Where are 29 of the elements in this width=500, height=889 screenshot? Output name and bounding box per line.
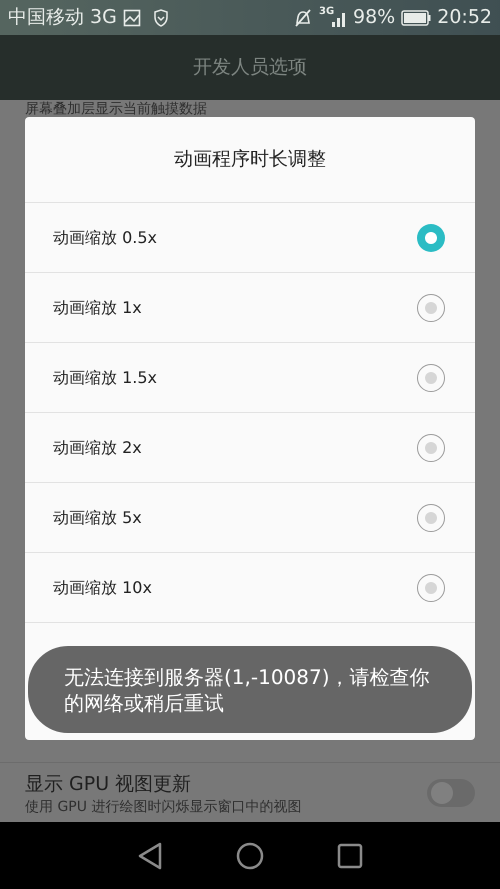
mute-icon [293,8,313,28]
toast-message: 无法连接到服务器(1,-10087)，请检查你的网络或稍后重试 [28,646,472,733]
setting-title: 显示 GPU 视图更新 [25,772,192,798]
back-icon[interactable] [136,842,163,870]
radio-button[interactable] [417,504,445,532]
radio-button[interactable] [417,434,445,462]
app-bar: 开发人员选项 [0,35,500,100]
option-row[interactable]: 动画缩放 10x [25,553,475,623]
radio-button[interactable] [417,574,445,602]
option-row[interactable]: 动画缩放 2x [25,413,475,483]
home-icon[interactable] [236,842,264,870]
dialog-title: 动画程序时长调整 [174,147,326,172]
image-icon [122,8,141,26]
network-type-text: 3G [90,5,117,30]
clock-text: 20:52 [437,5,492,30]
battery-icon [401,10,432,26]
shield-icon [152,8,169,26]
option-row[interactable]: 动画缩放 1.5x [25,343,475,413]
option-row[interactable]: 动画缩放 5x [25,483,475,553]
recents-icon[interactable] [337,842,364,868]
setting-subtitle: 屏幕叠加层显示当前触摸数据 [25,101,208,117]
setting-subtitle: 使用 GPU 进行绘图时闪烁显示窗口中的视图 [25,798,302,815]
option-row[interactable]: 动画缩放 0.5x [25,203,475,273]
option-row[interactable]: 动画缩放 1x [25,273,475,343]
radio-button[interactable] [417,224,445,252]
carrier-text: 中国移动 [8,5,84,30]
radio-button[interactable] [417,294,445,322]
battery-percent-text: 98% [353,5,396,30]
radio-button[interactable] [417,364,445,392]
